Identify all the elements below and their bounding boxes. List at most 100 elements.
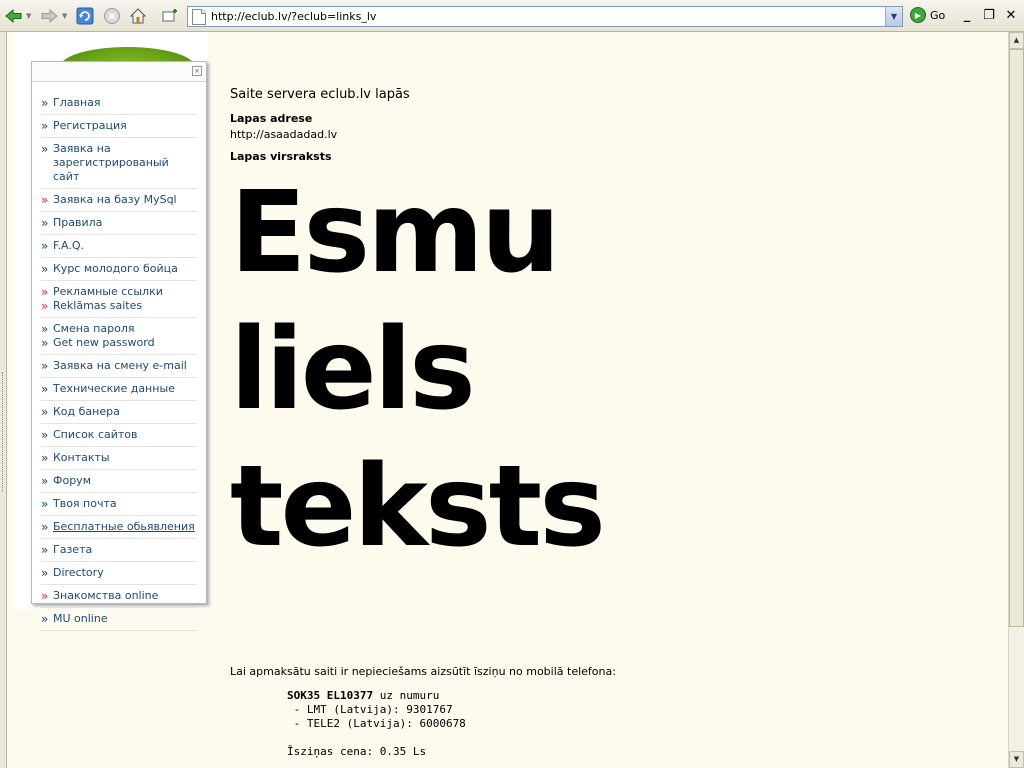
sidebar-item[interactable]: » Форум	[41, 470, 197, 493]
sidebar-item-label: Код банера	[53, 405, 120, 418]
sidebar-item-label: Смена пароля	[53, 322, 135, 335]
bullet-icon: »	[41, 428, 49, 442]
collapse-icon[interactable]: ×	[192, 66, 202, 76]
sidebar-item[interactable]: » Газета	[41, 539, 197, 562]
restore-button[interactable]: ❐	[982, 8, 996, 24]
page-icon	[192, 8, 206, 25]
address-label: Lapas adrese	[230, 112, 313, 125]
scroll-thumb[interactable]	[1009, 49, 1024, 627]
sidebar-item[interactable]: » Главная	[41, 92, 197, 115]
bullet-icon: »	[41, 474, 49, 488]
sidebar-item[interactable]: » F.A.Q.	[41, 235, 197, 258]
sidebar-item[interactable]: » Регистрация	[41, 115, 197, 138]
big-line: Esmu	[230, 168, 561, 298]
home-icon	[129, 8, 147, 24]
sidebar-item-label: Главная	[53, 96, 101, 109]
sms-suffix: uz numuru	[373, 689, 440, 702]
payment-intro: Lai apmaksātu saiti ir nepieciešams aizs…	[230, 665, 616, 678]
bullet-icon: »	[41, 193, 49, 207]
big-line: liels	[230, 305, 476, 435]
bullet-icon: »	[41, 566, 49, 580]
sidebar-item[interactable]: » Directory	[41, 562, 197, 585]
bullet-icon: »	[41, 322, 49, 336]
add-favorite-button[interactable]	[160, 6, 180, 26]
scroll-down-icon[interactable]: ▼	[1009, 751, 1024, 768]
sidebar-item-label: Твоя почта	[53, 497, 117, 510]
bullet-icon: »	[41, 336, 49, 350]
payment-info: Lai apmaksātu saiti ir nepieciešams aizs…	[230, 665, 990, 759]
title-label: Lapas virsraksts	[230, 150, 332, 163]
bullet-icon: »	[41, 239, 49, 253]
sidebar-item[interactable]: » Код банера	[41, 401, 197, 424]
bullet-icon: »	[41, 285, 49, 299]
sidebar-item-label: Directory	[53, 566, 104, 579]
address-dropdown-icon[interactable]: ▼	[885, 7, 902, 26]
back-dropdown-icon[interactable]: ▼	[26, 12, 31, 20]
bullet-icon: »	[41, 216, 49, 230]
home-button[interactable]	[128, 6, 148, 26]
sidebar-item[interactable]: » Контакты	[41, 447, 197, 470]
vertical-scrollbar[interactable]: ▲ ▼	[1008, 32, 1024, 768]
favorites-add-icon	[162, 9, 177, 22]
sidebar-item-label: Контакты	[53, 451, 110, 464]
sidebar-item[interactable]: » Твоя почта	[41, 493, 197, 516]
sidebar-item[interactable]: » Курс молодого бойца	[41, 258, 197, 281]
sidebar-item-label: Технические данные	[53, 382, 175, 395]
sidebar-item-label: Курс молодого бойца	[53, 262, 178, 275]
sidebar-item[interactable]: » Список сайтов	[41, 424, 197, 447]
forward-button[interactable]	[38, 6, 60, 26]
sms-price: Īsziņas cena: 0.35 Ls	[287, 745, 427, 758]
bullet-icon: »	[41, 359, 49, 373]
sidebar-item[interactable]: » Смена пароля » Get new password	[41, 318, 197, 355]
bullet-icon: »	[41, 299, 49, 313]
bullet-icon: »	[41, 262, 49, 276]
window-controls: _ ❐ ✕	[960, 8, 1018, 24]
sidebar-item[interactable]: » Знакомства online	[41, 585, 197, 608]
sidebar-item-label: Газета	[53, 543, 93, 556]
sidebar-item[interactable]: » Заявка на смену e-mail	[41, 355, 197, 378]
forward-dropdown-icon[interactable]: ▼	[62, 12, 67, 20]
sidebar-item[interactable]: » Рекламные ссылки » Reklāmas saites	[41, 281, 197, 318]
bullet-icon: »	[41, 497, 49, 511]
tele2-number: - TELE2 (Latvija): 6000678	[287, 717, 466, 730]
explorer-bar-edge[interactable]	[0, 32, 7, 768]
bullet-icon: »	[41, 96, 49, 110]
address-bar[interactable]: ▼	[187, 6, 903, 27]
sidebar-item[interactable]: » Технические данные	[41, 378, 197, 401]
sidebar-item[interactable]: » MU online	[41, 608, 197, 631]
sidebar-header: ×	[32, 62, 206, 82]
minimize-button[interactable]: _	[960, 8, 974, 24]
menu-list: » Главная » Регистрация » Заявка на зарегистр…	[41, 92, 197, 631]
page-heading: Saite servera eclub.lv lapās	[230, 87, 410, 102]
refresh-button[interactable]	[75, 6, 95, 26]
bullet-icon: »	[41, 119, 49, 133]
main-content: Saite servera eclub.lv lapās Lapas adres…	[230, 87, 990, 576]
bullet-icon: »	[41, 382, 49, 396]
address-input[interactable]	[211, 7, 885, 26]
sidebar-item[interactable]: » Правила	[41, 212, 197, 235]
sms-code: SOK35 EL10377	[287, 689, 374, 702]
sidebar-item[interactable]: » Заявка на базу MySql	[41, 189, 197, 212]
address-value: http://asaadadad.lv	[230, 128, 338, 141]
bullet-icon: »	[41, 612, 49, 626]
stop-button[interactable]	[102, 6, 122, 26]
go-icon: ▶	[910, 7, 926, 23]
back-icon	[5, 8, 22, 24]
sidebar-item[interactable]: » Заявка на зарегистрированый сайт	[41, 138, 197, 189]
sidebar-item-label: Заявка на зарегистрированый сайт	[53, 142, 169, 183]
sidebar-item-label-secondary: Reklāmas saites	[53, 299, 143, 312]
sidebar-item[interactable]: » Бесплатные обьявления	[41, 516, 197, 539]
bullet-icon: »	[41, 543, 49, 557]
sidebar-item-label: Правила	[53, 216, 103, 229]
scroll-up-icon[interactable]: ▲	[1009, 32, 1024, 49]
sidebar-item-label: MU online	[53, 612, 108, 625]
sidebar-item-label: Бесплатные обьявления	[53, 520, 195, 533]
close-button[interactable]: ✕	[1004, 8, 1018, 24]
page-title-big: Esmu liels teksts	[230, 165, 990, 576]
go-button[interactable]: ▶ Go	[910, 7, 945, 23]
bullet-icon: »	[41, 142, 49, 156]
back-button[interactable]	[3, 6, 25, 26]
sidebar-item-label: Заявка на базу MySql	[53, 193, 177, 206]
lmt-number: - LMT (Latvija): 9301767	[287, 703, 453, 716]
go-label: Go	[930, 8, 946, 22]
